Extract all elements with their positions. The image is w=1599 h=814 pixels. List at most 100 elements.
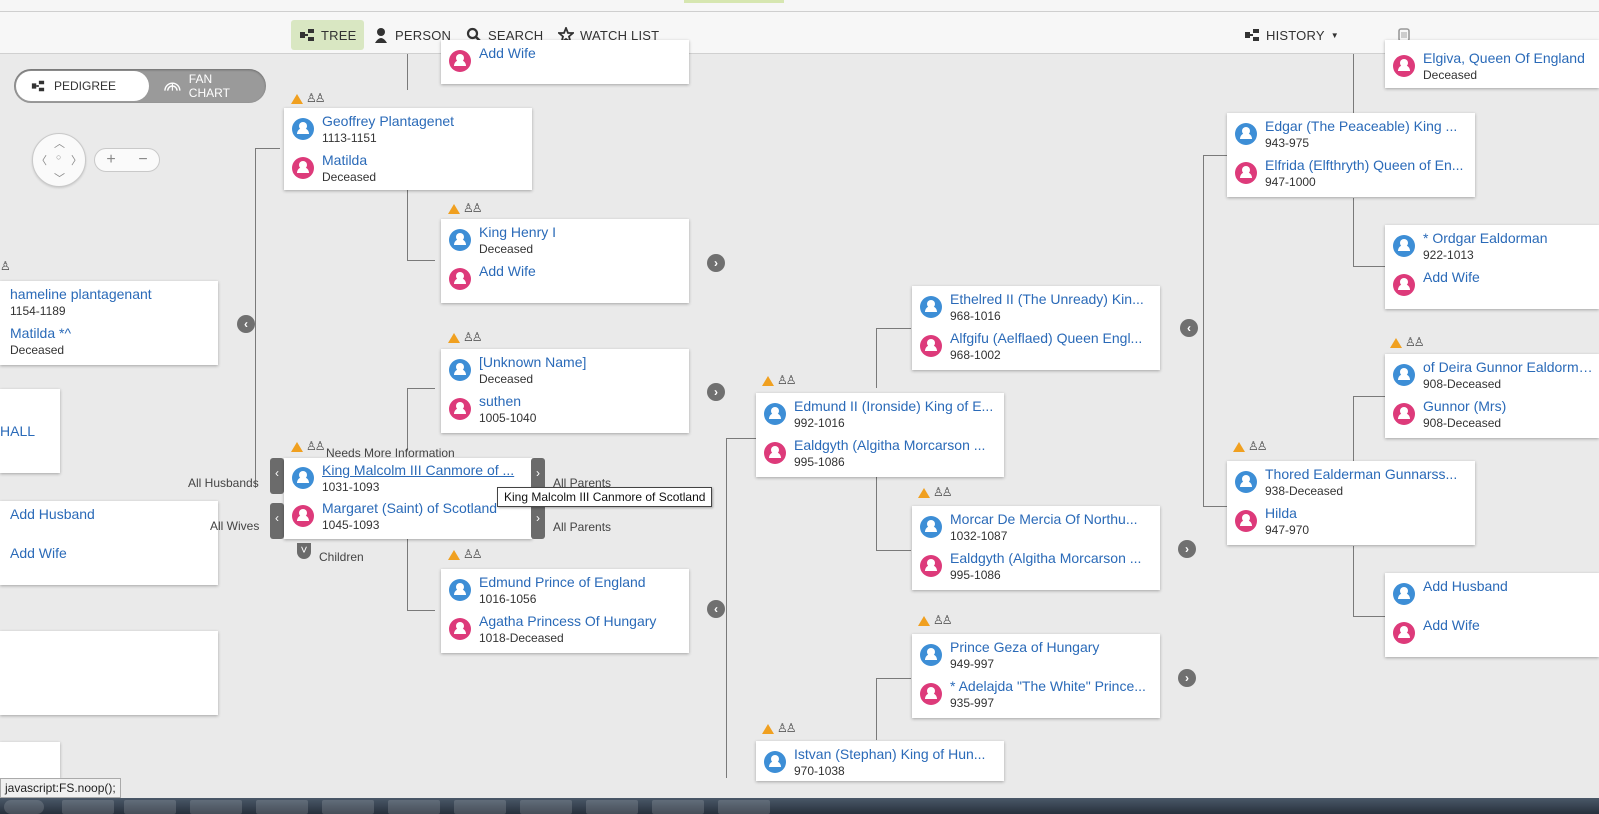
chevron-right-icon[interactable]: › xyxy=(1178,540,1196,558)
person-name-link[interactable]: * Adelajda "The White" Prince... xyxy=(950,677,1154,695)
wife-row[interactable]: Agatha Princess Of Hungary 1018-Deceased xyxy=(449,612,683,648)
husband-row[interactable]: * Ordgar Ealdorman 922-1013 xyxy=(1393,229,1593,265)
wife-row[interactable]: Matilda *^ Deceased xyxy=(2,324,212,360)
taskbar-app-button[interactable] xyxy=(62,800,114,814)
person-name-link[interactable]: Prince Geza of Hungary xyxy=(950,638,1154,656)
person-name-link[interactable]: HALL xyxy=(0,422,54,440)
husband-row[interactable]: Geoffrey Plantagenet 1113-1151 xyxy=(292,112,526,148)
family-icon[interactable]: ♙♙ xyxy=(777,374,796,386)
family-icon[interactable]: ♙♙ xyxy=(1248,440,1267,452)
wife-row[interactable]: Alfgifu (Aelflaed) Queen Engl... 968-1002 xyxy=(920,329,1154,365)
taskbar-app-button[interactable] xyxy=(124,800,176,814)
taskbar-app-button[interactable] xyxy=(256,800,308,814)
wife-row[interactable]: Gunnor (Mrs) 908-Deceased xyxy=(1393,397,1593,433)
person-name-link[interactable]: King Henry I xyxy=(479,223,683,241)
husband-row[interactable]: Ethelred II (The Unready) Kin... 968-1016 xyxy=(920,290,1154,326)
couple-card[interactable] xyxy=(0,631,218,715)
person-name-link[interactable]: Margaret (Saint) of Scotland xyxy=(322,499,526,517)
family-icon[interactable]: ♙♙ xyxy=(933,486,952,498)
husband-row[interactable]: Edgar (The Peaceable) King ... 943-975 xyxy=(1235,117,1469,153)
add-husband-link[interactable]: Add Husband xyxy=(10,505,212,523)
add-wife-link[interactable]: Add Wife xyxy=(1423,616,1593,634)
couple-card[interactable]: Edgar (The Peaceable) King ... 943-975 El… xyxy=(1227,113,1475,197)
person-name-link[interactable]: * Ordgar Ealdorman xyxy=(1423,229,1593,247)
person-name-link[interactable]: Morcar De Mercia Of Northu... xyxy=(950,510,1154,528)
person-name-link[interactable]: Alfgifu (Aelflaed) Queen Engl... xyxy=(950,329,1154,347)
wife-row[interactable] xyxy=(0,674,212,710)
family-icon[interactable]: ♙♙ xyxy=(933,614,952,626)
person-name-link[interactable]: Geoffrey Plantagenet xyxy=(322,112,526,130)
family-icon[interactable]: ♙♙ xyxy=(1405,336,1424,348)
pan-right-icon[interactable]: 〉 xyxy=(71,152,82,168)
person-name-link[interactable]: Ethelred II (The Unready) Kin... xyxy=(950,290,1154,308)
zoom-in-icon[interactable]: + xyxy=(95,149,127,171)
wife-row[interactable]: Add Wife xyxy=(2,544,212,580)
wife-row[interactable]: Elgiva, Queen Of England Deceased xyxy=(1393,49,1593,85)
chevron-left-icon[interactable]: ‹ xyxy=(237,315,255,333)
person-name-link[interactable]: Matilda *^ xyxy=(10,324,212,342)
add-wife-link[interactable]: Add Wife xyxy=(1423,268,1593,286)
person-name-link[interactable]: Agatha Princess Of Hungary xyxy=(479,612,683,630)
couple-card[interactable]: Morcar De Mercia Of Northu... 1032-1087 E… xyxy=(912,506,1160,590)
couple-card[interactable]: Elgiva, Queen Of England Deceased xyxy=(1385,40,1599,88)
add-wife-link[interactable]: Add Wife xyxy=(479,262,683,280)
person-name-link[interactable]: Thored Ealderman Gunnarss... xyxy=(1265,465,1469,483)
couple-card[interactable]: hameline plantagenant 1154-1189 Matilda *… xyxy=(0,281,218,365)
husband-row[interactable]: [Unknown Name] Deceased xyxy=(449,353,683,389)
person-name-link[interactable]: Gunnor (Mrs) xyxy=(1423,397,1593,415)
couple-card[interactable]: of Deira Gunnor Ealdorman 908-Deceased Gu… xyxy=(1385,354,1599,438)
fan-chart-toggle[interactable]: FAN CHART xyxy=(150,71,266,101)
wife-row[interactable]: Add Wife xyxy=(449,44,683,80)
all-wives-link[interactable]: All Wives xyxy=(210,519,259,533)
warning-icon[interactable] xyxy=(1390,338,1402,348)
husband-row[interactable]: Edmund II (Ironside) King of E... 992-101… xyxy=(764,397,998,433)
family-icon[interactable]: ♙♙ xyxy=(463,202,482,214)
couple-card[interactable]: Istvan (Stephan) King of Hun... 970-1038 xyxy=(756,741,1004,781)
couple-card[interactable]: Edmund Prince of England 1016-1056 Agatha… xyxy=(441,569,689,653)
warning-icon[interactable] xyxy=(448,204,460,214)
husband-row[interactable]: Thored Ealderman Gunnarss... 938-Deceased xyxy=(1235,465,1469,501)
person-name-link[interactable]: Istvan (Stephan) King of Hun... xyxy=(794,745,998,763)
wife-row[interactable]: suthen 1005-1040 xyxy=(449,392,683,428)
couple-card[interactable]: Edmund II (Ironside) King of E... 992-101… xyxy=(756,393,1004,477)
taskbar-app-button[interactable] xyxy=(388,800,440,814)
add-husband-link[interactable]: Add Husband xyxy=(1423,577,1593,595)
wife-row[interactable]: Add Wife xyxy=(449,262,683,298)
husband-row[interactable]: Add Husband xyxy=(2,505,212,541)
person-row[interactable]: HALL xyxy=(0,422,54,458)
chevron-left-icon[interactable]: ‹ xyxy=(1180,319,1198,337)
person-name-link[interactable]: Matilda xyxy=(322,151,526,169)
warning-icon[interactable] xyxy=(448,333,460,343)
children-link[interactable]: Children xyxy=(319,550,364,564)
wife-row[interactable]: Margaret (Saint) of Scotland 1045-1093 xyxy=(292,499,526,535)
person-name-link[interactable]: Edmund II (Ironside) King of E... xyxy=(794,397,998,415)
couple-card[interactable] xyxy=(0,742,60,778)
person-name-link[interactable]: Edgar (The Peaceable) King ... xyxy=(1265,117,1469,135)
taskbar-app-button[interactable] xyxy=(718,800,770,814)
husband-row[interactable]: Add Husband xyxy=(1393,577,1593,613)
warning-icon[interactable] xyxy=(762,376,774,386)
family-icon[interactable]: ♙♙ xyxy=(463,331,482,343)
husband-row[interactable]: King Malcolm III Canmore of ... 1031-1093 xyxy=(292,461,526,497)
husband-row[interactable]: Istvan (Stephan) King of Hun... 970-1038 xyxy=(764,745,998,781)
couple-card[interactable]: King Henry I Deceased Add Wife xyxy=(441,219,689,303)
couple-card[interactable]: Add Husband Add Wife xyxy=(1385,573,1599,657)
chevron-right-icon[interactable]: › xyxy=(707,383,725,401)
person-name-link[interactable]: [Unknown Name] xyxy=(479,353,683,371)
zoom-out-icon[interactable]: − xyxy=(127,149,159,171)
wife-row[interactable]: Ealdgyth (Algitha Morcarson ... 995-1086 xyxy=(764,436,998,472)
husband-row[interactable] xyxy=(0,635,212,671)
husband-row[interactable]: Edmund Prince of England 1016-1056 xyxy=(449,573,683,609)
couple-card[interactable]: Ethelred II (The Unready) Kin... 968-1016… xyxy=(912,286,1160,370)
family-icon[interactable]: ♙♙ xyxy=(777,722,796,734)
warning-icon[interactable] xyxy=(918,616,930,626)
husband-row[interactable]: hameline plantagenant 1154-1189 xyxy=(2,285,212,321)
person-name-link[interactable]: Edmund Prince of England xyxy=(479,573,683,591)
pan-center-icon[interactable]: ○ xyxy=(56,152,61,162)
chevron-left-icon[interactable]: ‹ xyxy=(707,600,725,618)
pedigree-toggle[interactable]: PEDIGREE xyxy=(16,71,149,101)
taskbar-app-button[interactable] xyxy=(454,800,506,814)
warning-icon[interactable] xyxy=(291,442,303,452)
all-husbands-link[interactable]: All Husbands xyxy=(188,476,259,490)
family-icon[interactable]: ♙ xyxy=(0,260,11,272)
